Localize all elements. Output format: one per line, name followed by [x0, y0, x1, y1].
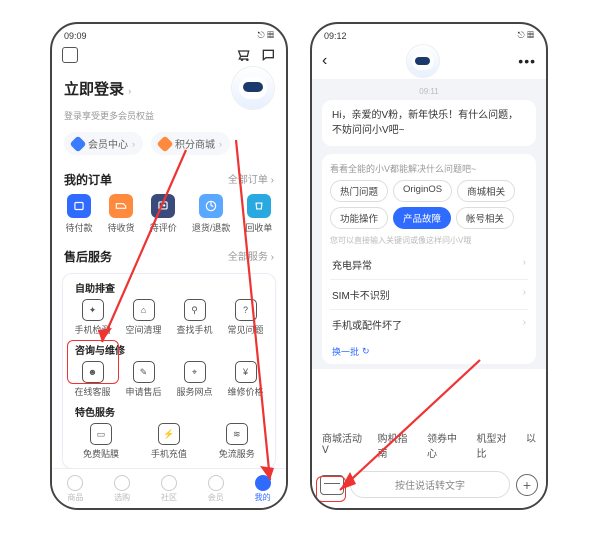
chip-member-center[interactable]: 会员中心›	[64, 132, 143, 155]
nav-item-mine[interactable]: 我的	[255, 475, 271, 503]
cell-online-service[interactable]: ☻在线客服	[67, 361, 118, 398]
nav-item[interactable]: 社区	[161, 475, 177, 503]
orders-row: 待付款 待收货 待评价 退货/退款 回收单	[52, 192, 286, 240]
pill-originos[interactable]: OriginOS	[393, 180, 452, 202]
cell-apply-aftersale[interactable]: ✎申请售后	[118, 361, 169, 398]
input-bar: 按住说话转文字 +	[312, 466, 546, 508]
message-icon[interactable]	[260, 47, 276, 63]
nav-item[interactable]: 选购	[114, 475, 130, 503]
category-row-2: 功能操作 产品故障 帐号相关	[330, 207, 528, 229]
cart-icon[interactable]	[236, 47, 252, 63]
more-icon[interactable]: •••	[518, 53, 536, 69]
chat-timestamp: 09:11	[322, 87, 536, 96]
aftersale-title: 售后服务	[64, 248, 112, 265]
panel-subtitle: 您可以直接输入关键词或像这样问小V哦	[330, 235, 528, 246]
login-title: 立即登录	[64, 81, 124, 98]
bottom-nav: 商品 选购 社区 会员 我的	[52, 468, 286, 508]
aftersale-header: 售后服务 全部服务 ›	[52, 240, 286, 269]
login-row[interactable]: 立即登录 ›	[52, 65, 286, 109]
special-row: ▭免费贴膜 ⚡手机充值 ≋免流服务	[67, 419, 271, 464]
plus-icon[interactable]: +	[516, 474, 538, 496]
category-row-1: 热门问题 OriginOS 商城相关	[330, 180, 528, 202]
order-pending-receive[interactable]: 待收货	[108, 194, 135, 234]
panel-title: 看看全能的小V都能解决什么问题吧~	[330, 162, 528, 175]
suggestion-bar: 商城活动ᐯ 购机指南 领券中心 机型对比 以	[312, 424, 546, 466]
question-broken[interactable]: 手机或配件坏了›	[330, 310, 528, 339]
pill-function[interactable]: 功能操作	[330, 207, 388, 229]
suggest-item[interactable]: 购机指南	[378, 430, 413, 460]
top-bar	[52, 43, 286, 65]
pill-mall[interactable]: 商城相关	[457, 180, 515, 202]
orders-more[interactable]: 全部订单 ›	[228, 171, 274, 188]
suggest-item[interactable]: 领券中心	[427, 430, 462, 460]
cell-free-data[interactable]: ≋免流服务	[203, 423, 271, 460]
suggest-item[interactable]: 以	[526, 430, 536, 460]
order-recycle[interactable]: 回收单	[245, 194, 272, 234]
chat-body: 09:11 Hi，亲爱的V粉，新年快乐！有什么问题，不妨问问小V吧~ 看看全能的…	[312, 79, 546, 369]
chevron-right-icon: ›	[523, 317, 526, 332]
orders-header: 我的订单 全部订单 ›	[52, 163, 286, 192]
phone-left: 09:09 ⎋ ▦ 立即登录 › 登录享受更多会员权益 会员中心› 积分商城› …	[50, 22, 288, 510]
chevron-right-icon: ›	[128, 86, 131, 96]
question-charging[interactable]: 充电异常›	[330, 250, 528, 280]
status-right-icons: ⎋ ▦	[258, 30, 274, 41]
chip-points-mall[interactable]: 积分商城›	[151, 132, 230, 155]
suggest-item[interactable]: 机型对比	[477, 430, 512, 460]
status-time: 09:09	[64, 31, 87, 41]
status-bar: 09:12 ⎋ ▦	[312, 24, 546, 43]
settings-hex-icon[interactable]	[62, 47, 78, 63]
chat-header: ‹ •••	[312, 43, 546, 79]
refresh-icon: ↻	[362, 346, 370, 357]
voice-input-field[interactable]: 按住说话转文字	[350, 471, 510, 498]
greeting-bubble: Hi，亲爱的V粉，新年快乐！有什么问题，不妨问问小V吧~	[322, 100, 536, 146]
chat-avatar	[407, 45, 439, 77]
status-right-icons: ⎋ ▦	[518, 30, 534, 41]
avatar[interactable]	[232, 67, 274, 109]
cell-find-phone[interactable]: ⚲查找手机	[169, 299, 220, 336]
diamond-icon	[157, 135, 174, 152]
order-refund[interactable]: 退货/退款	[192, 194, 231, 234]
chevron-right-icon: ›	[523, 257, 526, 272]
diamond-icon	[70, 135, 87, 152]
cell-faq[interactable]: ?常见问题	[220, 299, 271, 336]
cell-service-location[interactable]: ⌖服务网点	[169, 361, 220, 398]
quick-panel: 看看全能的小V都能解决什么问题吧~ 热门问题 OriginOS 商城相关 功能操…	[322, 154, 536, 364]
status-bar: 09:09 ⎋ ▦	[52, 24, 286, 43]
cell-space-clean[interactable]: ⌂空间清理	[118, 299, 169, 336]
question-sim[interactable]: SIM卡不识别›	[330, 280, 528, 310]
back-icon[interactable]: ‹	[322, 52, 327, 70]
member-chips: 会员中心› 积分商城›	[52, 128, 286, 163]
aftersale-card: 自助排查 ✦手机检测 ⌂空间清理 ⚲查找手机 ?常见问题 咨询与维修 ☻在线客服…	[62, 273, 276, 469]
suggest-item[interactable]: 商城活动ᐯ	[322, 430, 364, 460]
selfcheck-title: 自助排查	[67, 280, 271, 295]
consult-title: 咨询与维修	[67, 342, 271, 357]
special-title: 特色服务	[67, 404, 271, 419]
cell-repair-price[interactable]: ¥维修价格	[220, 361, 271, 398]
cell-free-film[interactable]: ▭免费贴膜	[67, 423, 135, 460]
phone-right: 09:12 ⎋ ▦ ‹ ••• 09:11 Hi，亲爱的V粉，新年快乐！有什么问…	[310, 22, 548, 510]
pill-account[interactable]: 帐号相关	[456, 207, 514, 229]
status-time: 09:12	[324, 31, 347, 41]
keyboard-icon[interactable]	[320, 475, 344, 495]
pill-hot[interactable]: 热门问题	[330, 180, 388, 202]
consult-row: ☻在线客服 ✎申请售后 ⌖服务网点 ¥维修价格	[67, 357, 271, 400]
login-subtitle: 登录享受更多会员权益	[52, 109, 286, 128]
orders-title: 我的订单	[64, 171, 112, 188]
order-pending-pay[interactable]: 待付款	[66, 194, 93, 234]
nav-item[interactable]: 会员	[208, 475, 224, 503]
order-pending-review[interactable]: 待评价	[150, 194, 177, 234]
aftersale-more[interactable]: 全部服务 ›	[228, 248, 274, 265]
pill-fault[interactable]: 产品故障	[393, 207, 451, 229]
cell-phone-check[interactable]: ✦手机检测	[67, 299, 118, 336]
selfcheck-row: ✦手机检测 ⌂空间清理 ⚲查找手机 ?常见问题	[67, 295, 271, 338]
chevron-right-icon: ›	[523, 287, 526, 302]
nav-item[interactable]: 商品	[67, 475, 83, 503]
refresh-batch[interactable]: 换一批↻	[330, 339, 528, 358]
cell-recharge[interactable]: ⚡手机充值	[135, 423, 203, 460]
